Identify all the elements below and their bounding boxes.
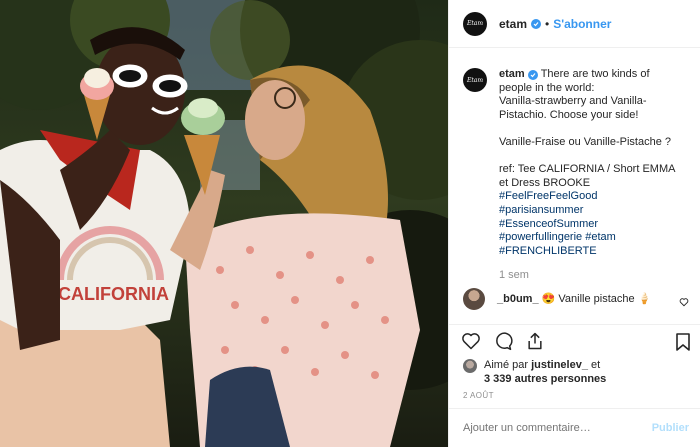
caption-line: Vanilla-strawberry and Vanilla- <box>499 95 647 108</box>
likes-prefix: Aimé par <box>484 359 529 371</box>
comment-bubble-icon[interactable] <box>493 331 513 351</box>
hashtag-link[interactable]: #FRENCHLIBERTE <box>499 245 687 259</box>
comment-input[interactable] <box>463 422 652 434</box>
comment-emoji: 😍 <box>541 292 556 305</box>
post-time-ago[interactable]: 1 sem <box>499 269 687 283</box>
caption-avatar[interactable]: Etam <box>463 68 487 92</box>
caption-username[interactable]: etam <box>499 68 525 80</box>
caption-line: Pistachio. Choose your side! <box>499 108 639 121</box>
like-heart-icon[interactable] <box>461 331 481 351</box>
likes-conjunction: et <box>591 359 601 371</box>
add-comment-bar: Publier <box>449 408 700 447</box>
liker-avatar[interactable] <box>463 359 477 373</box>
account-username[interactable]: etam <box>499 17 527 31</box>
separator-dot: • <box>545 16 550 31</box>
post-side-panel: Etam etam • S'abonner Etam etam There are… <box>448 0 700 447</box>
comment-text: _b0um_ 😍 Vanille pistache 🍦 <box>497 293 667 306</box>
caption-ref-line: et Dress BROOKE <box>499 176 591 189</box>
post-photo[interactable]: CALIFORNIA <box>0 0 448 447</box>
caption-line: There are two kinds of <box>540 68 650 80</box>
hashtag-link[interactable]: #parisiansummer <box>499 204 687 218</box>
tee-print: CALIFORNIA <box>58 284 169 304</box>
verified-badge-icon <box>531 18 542 29</box>
post-header: Etam etam • S'abonner <box>449 0 700 48</box>
post-actions-bar <box>449 324 700 356</box>
publish-button[interactable]: Publier <box>652 422 689 434</box>
photo-illustration: CALIFORNIA <box>0 0 448 447</box>
likes-summary: Aimé par justinelev_ et 3 339 autres per… <box>463 358 689 386</box>
share-icon[interactable] <box>525 331 545 351</box>
likes-others-link[interactable]: 3 339 autres personnes <box>484 373 606 385</box>
liker-username[interactable]: justinelev_ <box>531 359 588 371</box>
comment-item: _b0um_ 😍 Vanille pistache 🍦 <box>463 288 689 310</box>
save-bookmark-icon[interactable] <box>675 333 691 356</box>
comment-body: Vanille pistache 🍦 <box>558 292 652 305</box>
hashtag-link[interactable]: #FeelFreeFeelGood <box>499 190 687 204</box>
caption-ref-line: ref: Tee CALIFORNIA / Short EMMA <box>499 163 676 176</box>
commenter-username[interactable]: _b0um_ <box>497 293 539 305</box>
commenter-avatar[interactable] <box>463 288 485 310</box>
hashtag-link[interactable]: #EssenceofSummer <box>499 218 687 232</box>
caption-line: people in the world: <box>499 81 595 94</box>
caption-french: Vanille-Fraise ou Vanille-Pistache ? <box>499 135 672 148</box>
verified-badge-icon <box>527 70 538 80</box>
caption-section: Etam etam There are two kinds of people i… <box>449 48 700 324</box>
follow-button[interactable]: S'abonner <box>553 17 611 31</box>
like-comment-heart-icon[interactable] <box>679 294 689 312</box>
account-avatar[interactable]: Etam <box>463 11 487 36</box>
caption-text: etam There are two kinds of people in the… <box>499 68 687 283</box>
post-date[interactable]: 2 AOÛT <box>463 391 494 400</box>
hashtag-link[interactable]: #powerfullingerie #etam <box>499 231 687 245</box>
